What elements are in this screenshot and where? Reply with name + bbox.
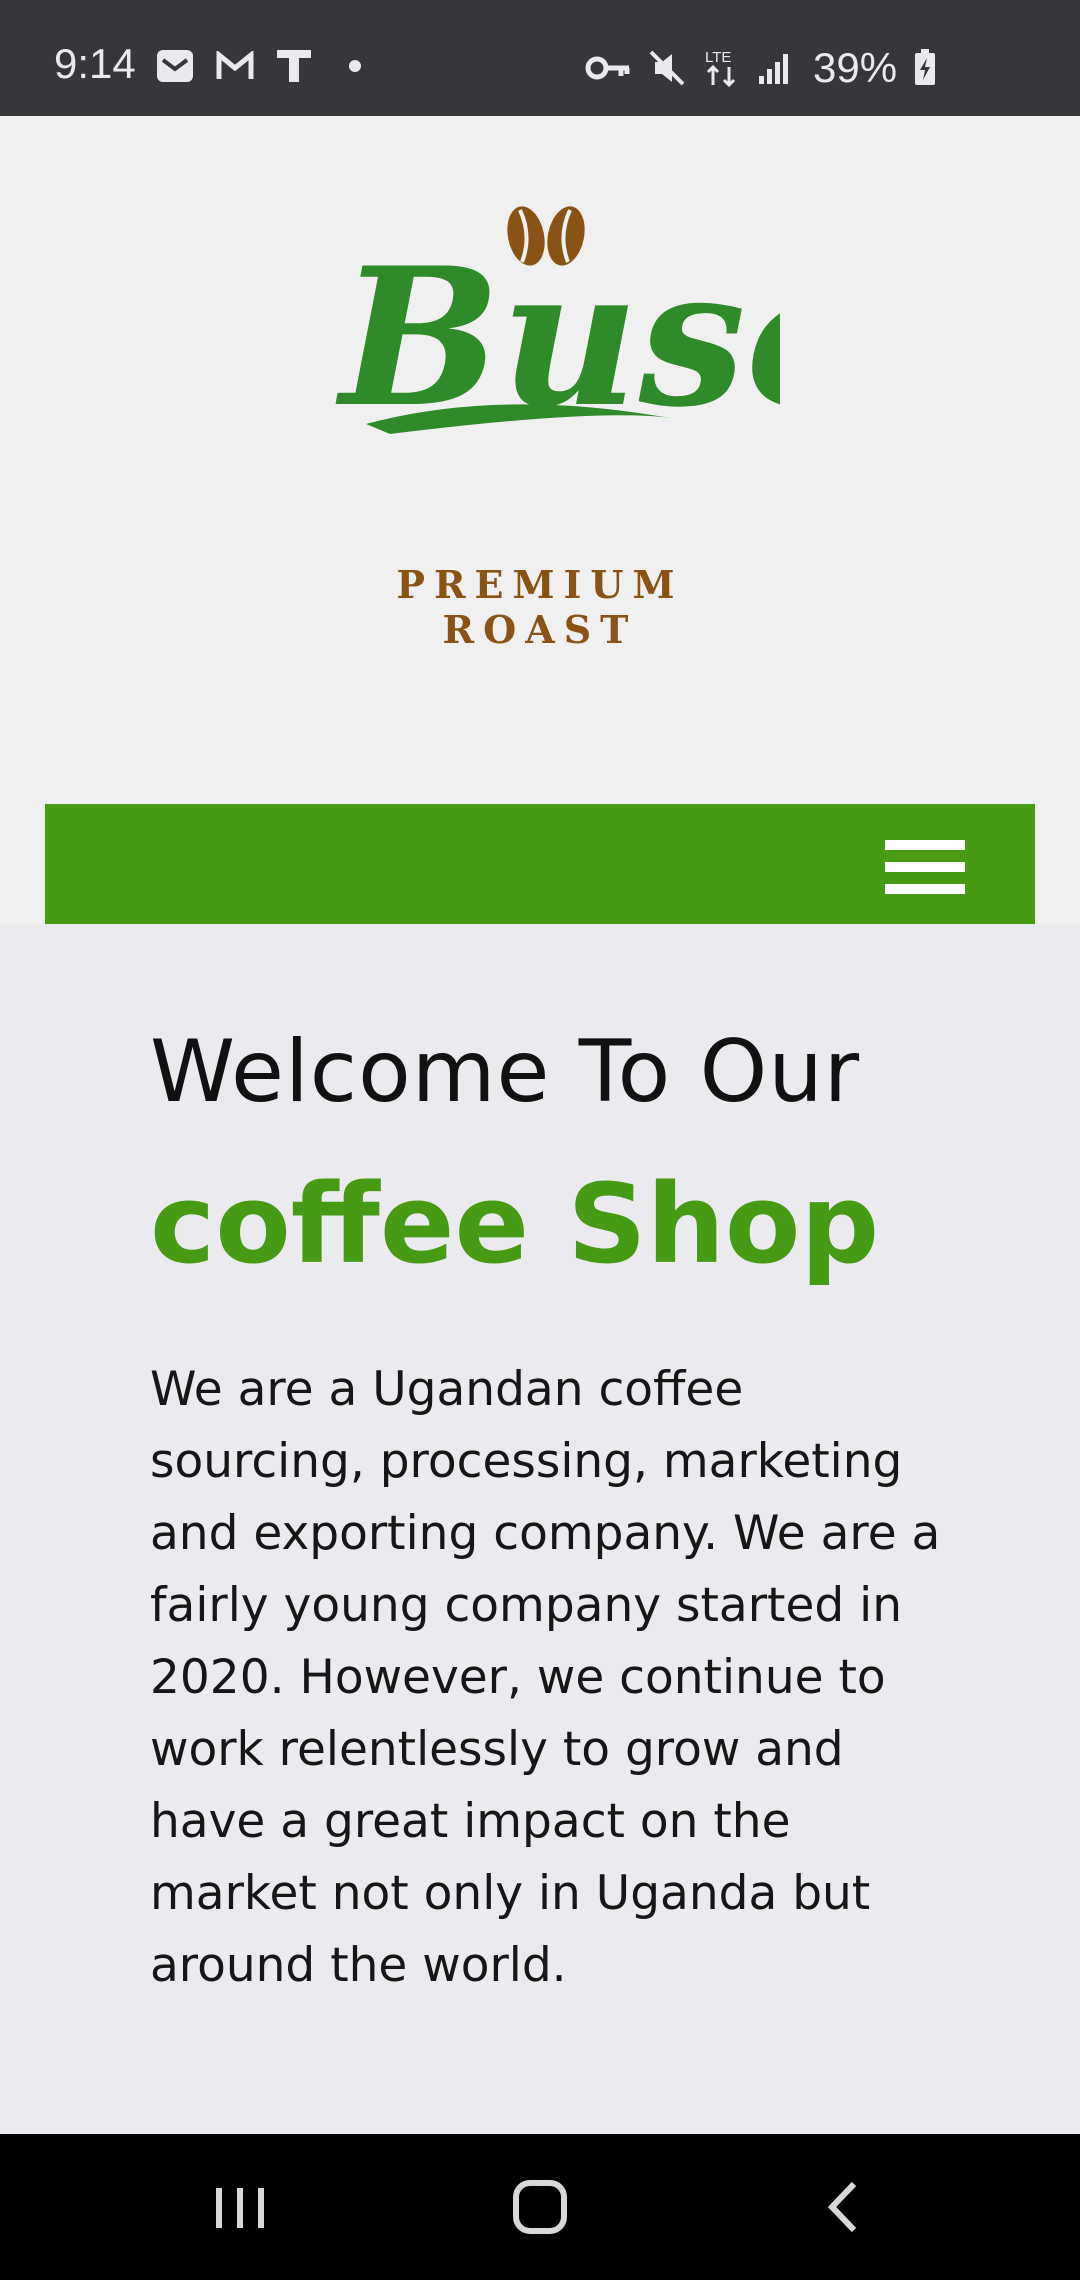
- main-content: Welcome To Our coffee Shop We are a Ugan…: [0, 924, 1080, 2134]
- t-app-icon: [277, 50, 311, 82]
- main-nav-bar: [45, 804, 1035, 924]
- hamburger-menu-icon[interactable]: [885, 840, 965, 894]
- logo-tagline: PREMIUM ROAST: [396, 562, 684, 652]
- home-icon[interactable]: [500, 2172, 580, 2242]
- site-header: Buso PREMIUM ROAST: [0, 116, 1080, 924]
- battery-percent: 39%: [813, 44, 898, 91]
- vpn-key-icon: [585, 56, 630, 80]
- lte-label: LTE: [705, 49, 731, 66]
- status-bar: 9:14 LTE 39%: [0, 0, 1080, 116]
- system-icons: LTE 39%: [585, 44, 937, 92]
- dot-icon: [349, 60, 361, 72]
- mail-icon: [157, 50, 193, 82]
- notification-icons: [155, 48, 365, 84]
- back-icon[interactable]: [804, 2172, 884, 2242]
- mute-icon: [649, 50, 685, 86]
- logo-mark: Buso: [335, 206, 872, 449]
- coffee-shop-heading: coffee Shop: [150, 1160, 880, 1288]
- android-nav-bar: [0, 2134, 1080, 2280]
- recents-icon[interactable]: [200, 2172, 280, 2242]
- signal-icon: [759, 54, 788, 84]
- lte-icon: LTE: [705, 49, 736, 88]
- battery-charging-icon: [915, 49, 936, 85]
- welcome-heading: Welcome To Our: [150, 1022, 861, 1122]
- gmail-icon: [216, 51, 254, 79]
- site-logo[interactable]: Buso PREMIUM ROAST: [300, 196, 872, 656]
- company-description: We are a Ugandan coffee sourcing, proces…: [150, 1362, 941, 1993]
- status-time: 9:14: [54, 40, 136, 87]
